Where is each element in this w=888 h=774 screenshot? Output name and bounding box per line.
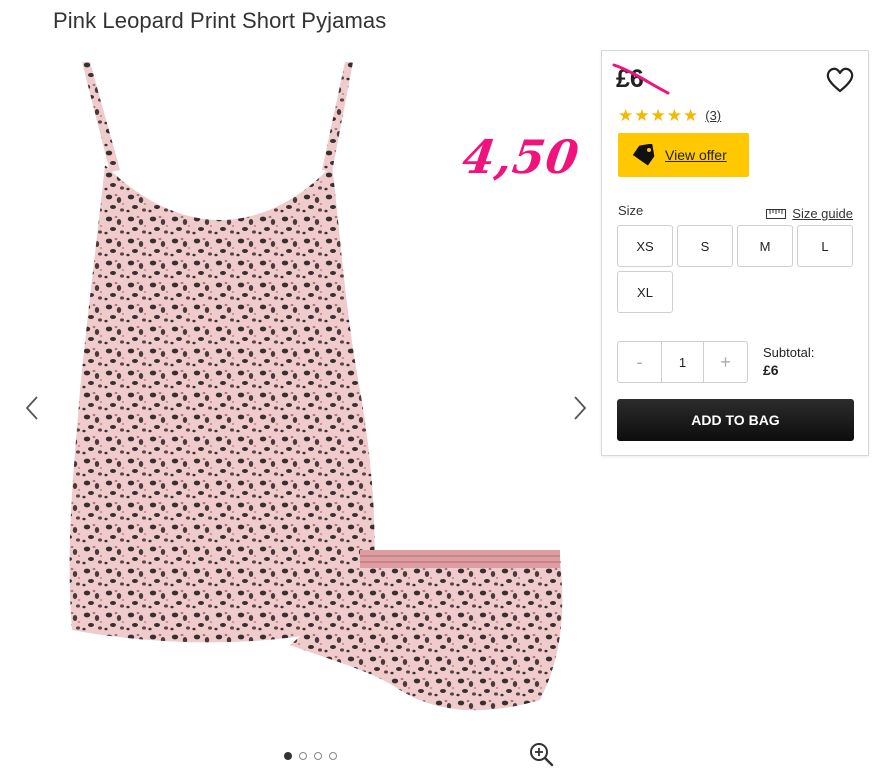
product-gallery: 4,50 xyxy=(0,50,600,774)
add-to-bag-button[interactable]: ADD TO BAG xyxy=(617,399,854,441)
star-icon: ★ xyxy=(650,106,666,125)
size-option-s[interactable]: S xyxy=(677,225,733,267)
previous-image-button[interactable] xyxy=(20,394,44,422)
star-icon: ★ xyxy=(666,106,682,125)
subtotal: Subtotal: £6 xyxy=(763,345,814,378)
next-image-button[interactable] xyxy=(568,394,592,422)
carousel-dot[interactable] xyxy=(329,752,337,760)
rating: ★ ★ ★ ★ ★ (3) xyxy=(618,107,721,124)
page-title: Pink Leopard Print Short Pyjamas xyxy=(53,8,387,33)
size-option-m[interactable]: M xyxy=(737,225,793,267)
zoom-in-icon[interactable] xyxy=(528,741,554,767)
promo-price: 4,50 xyxy=(459,130,583,184)
price-tag-icon xyxy=(632,144,655,166)
star-icon: ★ xyxy=(683,106,699,125)
star-icon: ★ xyxy=(634,106,650,125)
wishlist-heart-icon[interactable] xyxy=(826,67,854,93)
ruler-icon xyxy=(766,208,787,219)
size-label: Size xyxy=(618,203,644,218)
size-options: XS S M L XL xyxy=(617,225,855,313)
quantity-increase-button[interactable]: + xyxy=(704,342,747,382)
size-guide-link[interactable]: Size guide xyxy=(766,206,853,221)
size-guide-label: Size guide xyxy=(792,206,853,221)
carousel-dot[interactable] xyxy=(299,752,307,760)
view-offer-label: View offer xyxy=(665,147,727,163)
view-offer-button[interactable]: View offer xyxy=(618,133,749,177)
carousel-dot[interactable] xyxy=(314,752,322,760)
subtotal-label: Subtotal: xyxy=(763,345,815,360)
original-price: £6 xyxy=(616,65,644,93)
carousel-dot[interactable] xyxy=(284,752,292,760)
quantity-decrease-button[interactable]: - xyxy=(618,342,661,382)
star-icon: ★ xyxy=(618,106,634,125)
quantity-stepper: - 1 + xyxy=(617,341,748,383)
carousel-dots xyxy=(284,752,337,760)
review-count-link[interactable]: (3) xyxy=(705,108,721,123)
size-option-xl[interactable]: XL xyxy=(617,271,673,313)
size-option-xs[interactable]: XS xyxy=(617,225,673,267)
quantity-input[interactable]: 1 xyxy=(661,342,704,382)
size-option-l[interactable]: L xyxy=(797,225,853,267)
buy-box: £6 ★ ★ ★ ★ ★ (3) View offer Size Size gu… xyxy=(601,50,869,456)
subtotal-value: £6 xyxy=(763,362,779,378)
